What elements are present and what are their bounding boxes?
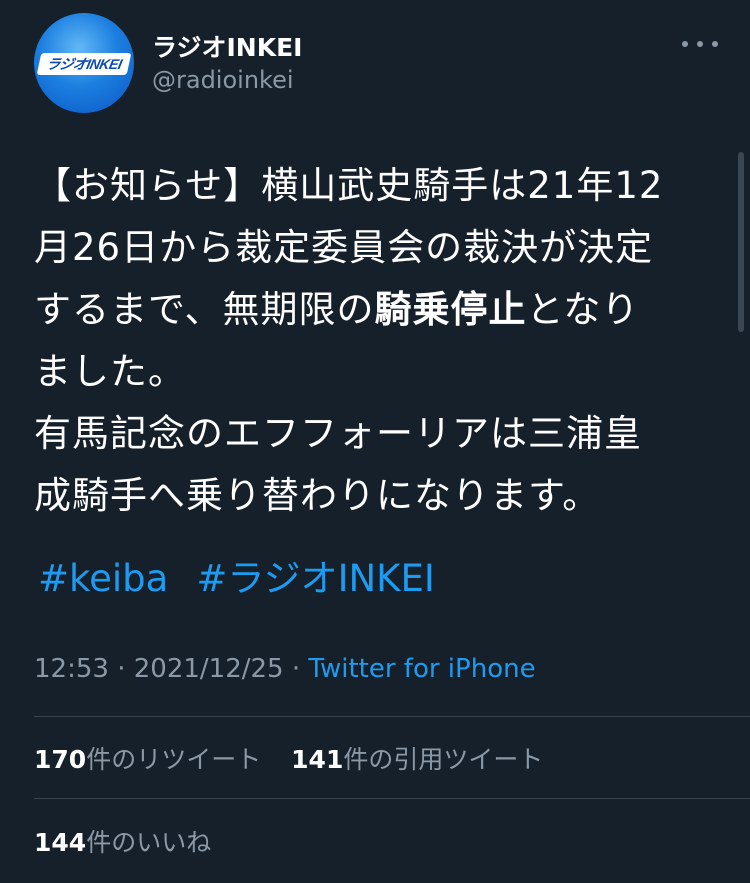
quotes-count: 141 xyxy=(291,745,344,774)
tweet-text-segment: するまで、無期限の xyxy=(34,288,375,331)
likes-label: 件のいいね xyxy=(86,828,212,857)
retweets-stat[interactable]: 170件のリツイート xyxy=(34,740,261,776)
quote-tweets-stat[interactable]: 141件の引用ツイート xyxy=(291,740,543,776)
scrollbar[interactable] xyxy=(738,152,744,332)
tweet-source-link[interactable]: Twitter for iPhone xyxy=(308,654,535,684)
hashtag-link-keiba[interactable]: #keiba xyxy=(38,557,168,600)
tweet-text: 【お知らせ】横山武史騎手は21年12 月26日から裁定委員会の裁決が決定 するま… xyxy=(34,155,714,527)
meta-separator: · xyxy=(291,654,301,684)
avatar[interactable]: ラジオINKEI xyxy=(34,13,134,113)
tweet-text-line: ました。 xyxy=(34,350,186,393)
divider xyxy=(34,798,750,799)
likes-count: 144 xyxy=(34,828,87,857)
tweet-text-bold-segment: 騎乗停止 xyxy=(374,288,527,331)
tweet-text-segment: となり xyxy=(526,288,640,331)
tweet-text-line: 【お知らせ】横山武史騎手は21年12 xyxy=(34,164,664,207)
retweets-count: 170 xyxy=(34,745,87,774)
tweet-text-line: 成騎手へ乗り替わりになります。 xyxy=(34,474,601,517)
tweet-meta: 12:53 · 2021/12/25 · Twitter for iPhone xyxy=(34,654,536,684)
tweet-text-line: するまで、無期限の騎乗停止となり xyxy=(34,279,714,341)
quotes-label: 件の引用ツイート xyxy=(343,745,544,774)
user-handle[interactable]: @radioinkei xyxy=(152,66,294,94)
tweet-text-line: 月26日から裁定委員会の裁決が決定 xyxy=(34,226,654,269)
retweets-label: 件のリツイート xyxy=(86,745,262,774)
tweet-date[interactable]: 2021/12/25 xyxy=(134,654,284,684)
tweet-time[interactable]: 12:53 xyxy=(34,654,109,684)
tweet-detail-page: ラジオINKEI ラジオINKEI @radioinkei 【お知らせ】横山武史… xyxy=(0,0,750,883)
meta-separator: · xyxy=(117,654,126,684)
hashtag-link-radioinkei[interactable]: #ラジオINKEI xyxy=(196,557,434,600)
hashtags: #keiba #ラジオINKEI xyxy=(38,552,463,606)
likes-stat[interactable]: 144件のいいね xyxy=(34,823,211,859)
retweet-stats-row: 170件のリツイート 141件の引用ツイート xyxy=(34,740,565,776)
tweet-text-line: 有馬記念のエフフォーリアは三浦皇 xyxy=(34,412,642,455)
divider xyxy=(34,716,750,717)
likes-stats-row: 144件のいいね xyxy=(34,823,233,859)
avatar-logo: ラジオINKEI xyxy=(36,53,132,75)
display-name[interactable]: ラジオINKEI xyxy=(152,28,302,64)
more-dots-icon[interactable] xyxy=(682,32,718,56)
